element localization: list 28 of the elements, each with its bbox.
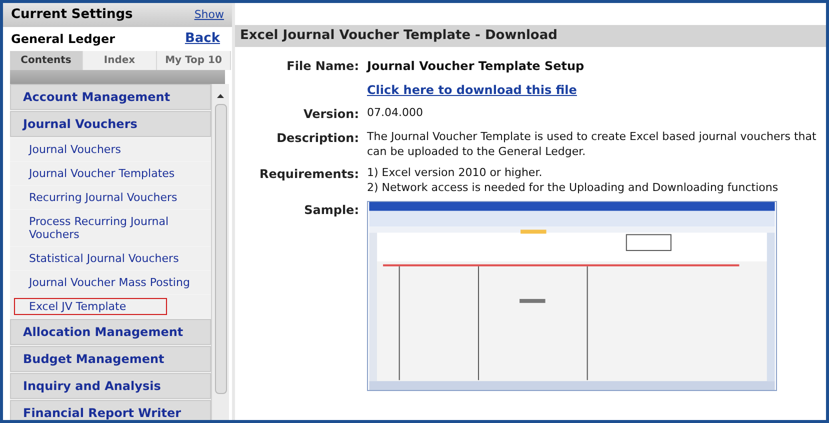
menu-section[interactable]: Journal Vouchers xyxy=(10,111,211,137)
page-title: Excel Journal Voucher Template - Download xyxy=(240,27,558,46)
menu-item[interactable]: Excel JV Template xyxy=(14,298,167,315)
field-label: Description: xyxy=(276,130,359,147)
field-value: 2) Network access is needed for the Uploading and Downloading functions xyxy=(367,180,780,195)
show-link[interactable]: Show xyxy=(194,6,224,24)
tab[interactable]: Index xyxy=(83,51,157,70)
scroll-up-icon[interactable] xyxy=(217,94,224,98)
field-value: The Journal Voucher Template is used to create Excel based journal vouchers that can be uploaded to the General Ledger. xyxy=(367,129,817,159)
field-label: File Name: xyxy=(286,58,359,75)
menu-section[interactable]: Financial Report Writer xyxy=(10,400,211,420)
field-value: 1) Excel version 2010 or higher. xyxy=(367,165,544,180)
download-link[interactable]: Click here to download this file xyxy=(367,81,817,99)
menu-section[interactable]: Account Management xyxy=(10,84,211,110)
menu-section[interactable]: Budget Management xyxy=(10,346,211,372)
menu-section[interactable]: Allocation Management xyxy=(10,319,211,345)
menu-section[interactable]: Inquiry and Analysis xyxy=(10,373,211,399)
tab[interactable]: Contents xyxy=(10,51,83,70)
module-title: General Ledger xyxy=(11,31,115,48)
tab[interactable]: My Top 10 xyxy=(157,51,231,70)
field-label: Requirements: xyxy=(259,166,359,183)
field-value: Journal Voucher Template Setup xyxy=(367,58,586,75)
field-value: 07.04.000 xyxy=(367,105,424,120)
settings-title: Current Settings xyxy=(11,6,133,24)
back-link[interactable]: Back xyxy=(184,29,220,49)
scrollbar[interactable] xyxy=(211,84,229,420)
field-label: Sample: xyxy=(304,202,359,219)
field-label: Version: xyxy=(303,106,359,123)
